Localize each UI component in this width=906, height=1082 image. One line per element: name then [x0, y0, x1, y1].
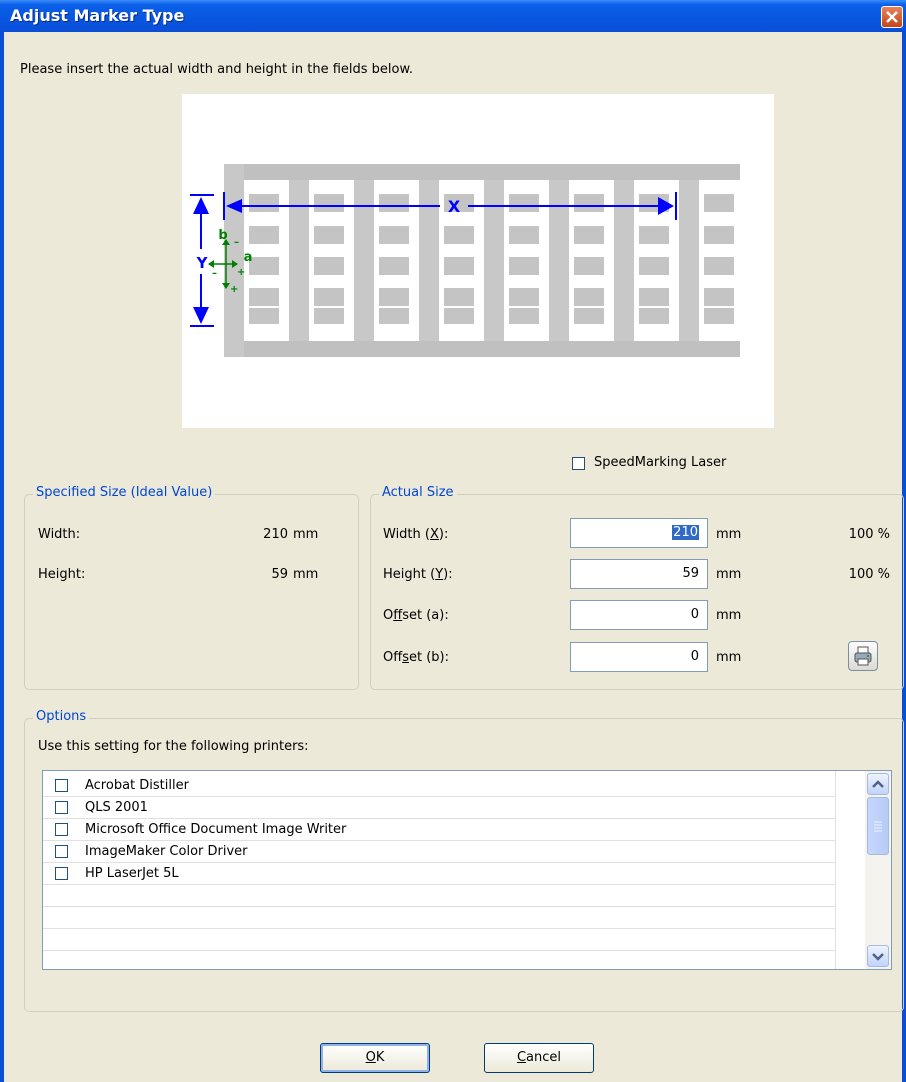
- specified-width-value: 210: [263, 527, 288, 542]
- actual-height-label: Height (Y):: [383, 567, 453, 582]
- close-icon: [886, 11, 898, 23]
- printer-list-item[interactable]: HP LaserJet 5L: [43, 863, 835, 885]
- window-title: Adjust Marker Type: [10, 6, 185, 25]
- instruction-text: Please insert the actual width and heigh…: [20, 62, 414, 77]
- specified-size-legend: Specified Size (Ideal Value): [33, 485, 216, 500]
- printer-checkbox[interactable]: [55, 823, 68, 836]
- actual-height-input[interactable]: 59: [570, 559, 708, 589]
- specified-width-label: Width:: [38, 527, 81, 542]
- offset-b-unit: mm: [716, 650, 742, 665]
- specified-height-label: Height:: [38, 567, 86, 582]
- printer-name: QLS 2001: [85, 800, 148, 815]
- x-label: X: [448, 197, 461, 216]
- marker-diagram-graphic: X Y b a – + – +: [190, 164, 740, 357]
- offset-a-input[interactable]: 0: [570, 600, 708, 630]
- printer-name: ImageMaker Color Driver: [85, 844, 248, 859]
- close-button[interactable]: [881, 6, 903, 28]
- plus-sign: +: [230, 284, 238, 295]
- printer-name: Acrobat Distiller: [85, 778, 189, 793]
- specified-size-group: Specified Size (Ideal Value): [24, 485, 359, 690]
- title-bar[interactable]: Adjust Marker Type: [0, 0, 906, 32]
- a-label: a: [244, 250, 253, 265]
- printer-checkbox[interactable]: [55, 845, 68, 858]
- offset-a-unit: mm: [716, 608, 742, 623]
- actual-width-label: Width (X):: [383, 527, 449, 542]
- chevron-up-icon: [872, 780, 884, 788]
- minus-sign: –: [212, 268, 217, 279]
- ok-button[interactable]: OK: [320, 1043, 430, 1073]
- printer-list[interactable]: Acrobat Distiller QLS 2001 Microsoft Off…: [42, 770, 892, 970]
- printer-list-scrollbar[interactable]: [865, 771, 891, 969]
- y-dimension-arrow: Y: [190, 194, 214, 327]
- cancel-button[interactable]: Cancel: [484, 1043, 594, 1073]
- print-test-button[interactable]: [848, 641, 878, 671]
- specified-width-unit: mm: [293, 527, 319, 542]
- actual-width-input[interactable]: 210: [570, 518, 708, 548]
- marker-sheet-illustration: [224, 164, 740, 357]
- options-legend: Options: [33, 709, 90, 724]
- actual-width-unit: mm: [716, 527, 742, 542]
- printer-checkbox[interactable]: [55, 779, 68, 792]
- speedmarking-checkbox-box[interactable]: [572, 457, 585, 470]
- printer-list-item[interactable]: QLS 2001: [43, 797, 835, 819]
- printer-icon: [854, 646, 872, 666]
- printer-name: Microsoft Office Document Image Writer: [85, 822, 347, 837]
- actual-height-unit: mm: [716, 567, 742, 582]
- offset-b-input[interactable]: 0: [570, 642, 708, 672]
- empty-list-row: [43, 907, 835, 929]
- minus-sign: –: [234, 237, 239, 248]
- marker-diagram: X Y b a – + – +: [182, 94, 774, 428]
- empty-list-row: [43, 951, 835, 973]
- plus-sign: +: [237, 267, 245, 278]
- printer-list-item[interactable]: Acrobat Distiller: [43, 775, 835, 797]
- list-column-divider: [835, 771, 836, 969]
- printer-list-item[interactable]: Microsoft Office Document Image Writer: [43, 819, 835, 841]
- empty-list-row: [43, 929, 835, 951]
- specified-height-unit: mm: [293, 567, 319, 582]
- empty-list-row: [43, 885, 835, 907]
- offset-b-label: Offset (b):: [383, 650, 449, 665]
- actual-height-percent: 100 %: [848, 567, 890, 582]
- scroll-down-button[interactable]: [867, 945, 889, 967]
- offset-a-label: Offset (a):: [383, 608, 449, 623]
- actual-width-percent: 100 %: [848, 527, 890, 542]
- scroll-up-button[interactable]: [867, 773, 889, 795]
- b-label: b: [218, 228, 227, 243]
- y-label: Y: [196, 254, 209, 272]
- specified-height-value: 59: [271, 567, 288, 582]
- printer-name: HP LaserJet 5L: [85, 866, 179, 881]
- printer-list-item[interactable]: ImageMaker Color Driver: [43, 841, 835, 863]
- scroll-thumb[interactable]: [867, 797, 889, 855]
- grip-icon: [874, 821, 882, 832]
- printer-checkbox[interactable]: [55, 801, 68, 814]
- speedmarking-label: SpeedMarking Laser: [594, 455, 727, 470]
- chevron-down-icon: [872, 953, 884, 961]
- actual-size-legend: Actual Size: [379, 485, 457, 500]
- actual-width-value: 210: [672, 525, 699, 540]
- options-description: Use this setting for the following print…: [38, 739, 309, 754]
- printer-checkbox[interactable]: [55, 867, 68, 880]
